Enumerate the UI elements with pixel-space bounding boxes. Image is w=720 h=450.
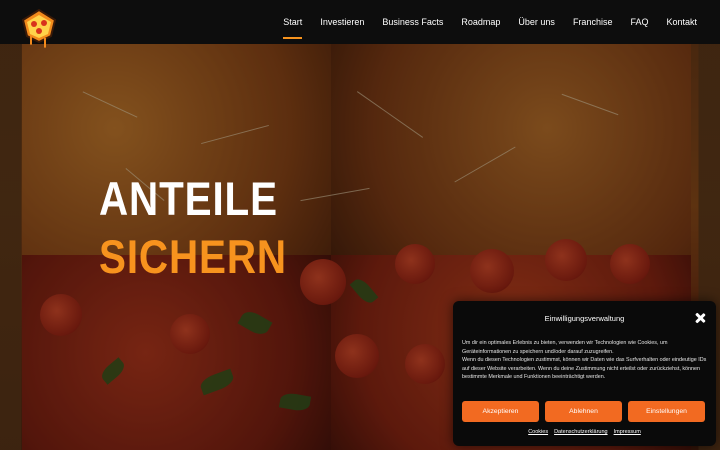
consent-description: Um dir ein optimales Erlebnis zu bieten,…	[462, 339, 707, 382]
nav-item-franchise[interactable]: Franchise	[573, 13, 613, 31]
nav-item-roadmap[interactable]: Roadmap	[461, 13, 500, 31]
hero-headline: ANTEILE SICHERN	[99, 170, 287, 286]
accept-button[interactable]: Akzeptieren	[462, 401, 539, 422]
settings-button[interactable]: Einstellungen	[628, 401, 705, 422]
hero-headline-line1: ANTEILE	[99, 172, 278, 225]
consent-links: Cookies Datenschutzerklärung Impressum	[453, 429, 716, 435]
decline-button[interactable]: Ablehnen	[545, 401, 622, 422]
consent-text-paragraph: Um dir ein optimales Erlebnis zu bieten,…	[462, 340, 668, 355]
cookie-consent-dialog: Einwilligungsverwaltung Um dir ein optim…	[453, 301, 716, 446]
hero-headline-line2: SICHERN	[99, 230, 287, 283]
cookies-link[interactable]: Cookies	[528, 429, 548, 435]
imprint-link[interactable]: Impressum	[614, 429, 641, 435]
site-header: Start Investieren Business Facts Roadmap…	[0, 0, 720, 48]
consent-title: Einwilligungsverwaltung	[544, 314, 625, 323]
nav-item-investieren[interactable]: Investieren	[320, 13, 364, 31]
nav-item-kontakt[interactable]: Kontakt	[666, 13, 697, 31]
close-icon[interactable]	[695, 313, 705, 323]
nav-item-faq[interactable]: FAQ	[630, 13, 648, 31]
consent-button-row: Akzeptieren Ablehnen Einstellungen	[462, 401, 705, 422]
consent-text-paragraph: Wenn du diesen Technologien zustimmst, k…	[462, 357, 707, 381]
privacy-link[interactable]: Datenschutzerklärung	[554, 429, 608, 435]
pizza-slice-logo-icon[interactable]	[19, 8, 61, 50]
nav-item-ueber-uns[interactable]: Über uns	[518, 13, 555, 31]
nav-item-business-facts[interactable]: Business Facts	[382, 13, 443, 31]
nav-item-start[interactable]: Start	[283, 13, 303, 39]
main-nav: Start Investieren Business Facts Roadmap…	[265, 0, 697, 44]
